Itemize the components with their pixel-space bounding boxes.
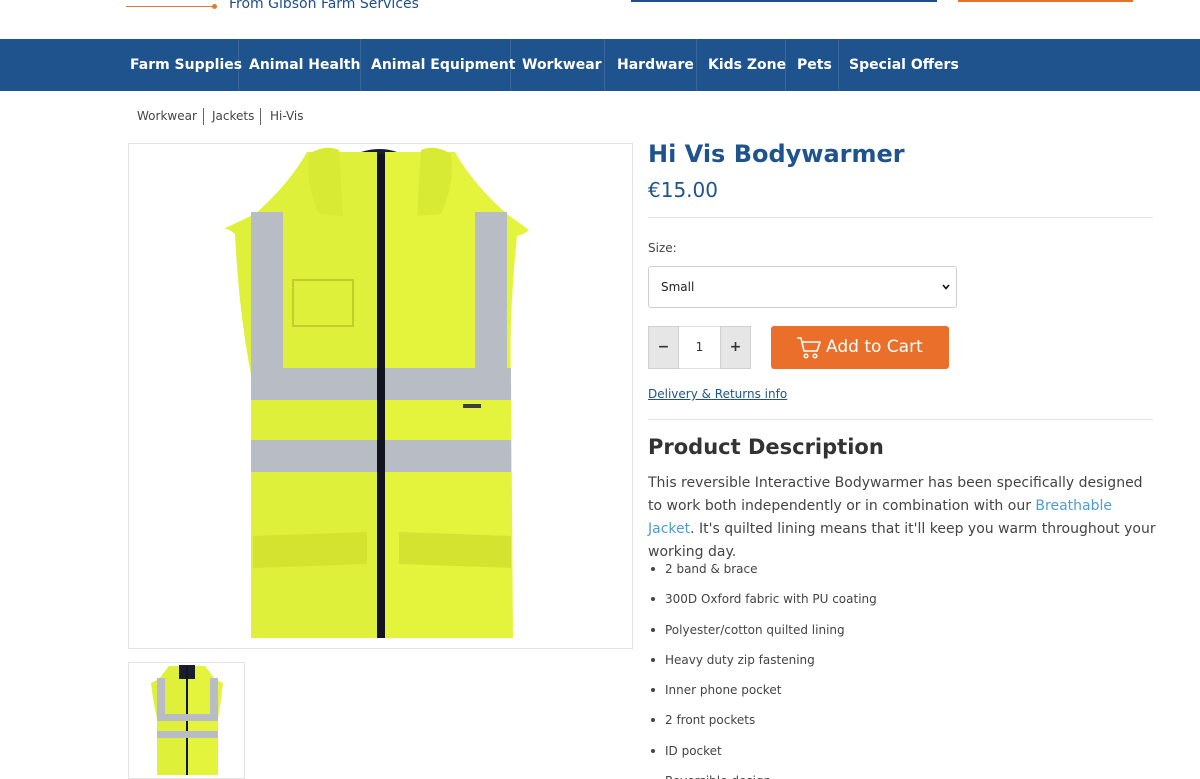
nav-divider — [785, 39, 786, 91]
nav-divider — [696, 39, 697, 91]
add-to-cart-button[interactable]: Add to Cart — [771, 326, 949, 369]
breadcrumb-separator — [260, 108, 261, 125]
feature-item: 2 front pockets — [648, 704, 877, 734]
nav-divider — [510, 39, 511, 91]
nav-divider — [238, 39, 239, 91]
chevron-down-icon — [942, 284, 950, 290]
nav-item-animal-health[interactable]: Animal Health — [249, 39, 360, 91]
product-main-image[interactable] — [128, 143, 633, 649]
nav-divider — [838, 39, 839, 91]
quantity-input[interactable]: 1 — [679, 326, 720, 369]
feature-item: Heavy duty zip fastening — [648, 644, 877, 674]
nav-item-workwear[interactable]: Workwear — [522, 39, 602, 91]
add-to-cart-label: Add to Cart — [826, 337, 923, 357]
site-header: From Gibson Farm Services — [0, 0, 1200, 39]
description-text: This reversible Interactive Bodywarmer h… — [648, 472, 1158, 564]
description-heading: Product Description — [648, 435, 884, 459]
nav-item-animal-equipment[interactable]: Animal Equipment — [371, 39, 515, 91]
delivery-returns-link[interactable]: Delivery & Returns info — [648, 387, 787, 401]
nav-item-special-offers[interactable]: Special Offers — [849, 39, 959, 91]
feature-item: 300D Oxford fabric with PU coating — [648, 583, 877, 613]
feature-item: 2 band & brace — [648, 553, 877, 583]
nav-item-kids-zone[interactable]: Kids Zone — [708, 39, 786, 91]
tagline-decoration-dot — [212, 4, 217, 9]
quantity-increase-button[interactable]: + — [720, 326, 751, 369]
size-selected-value: Small — [661, 280, 695, 294]
nav-item-hardware[interactable]: Hardware — [617, 39, 694, 91]
nav-divider — [360, 39, 361, 91]
site-tagline: From Gibson Farm Services — [229, 0, 419, 12]
feature-item: Inner phone pocket — [648, 674, 877, 704]
tagline-decoration-line — [126, 6, 214, 7]
main-nav: Farm Supplies Animal Health Animal Equip… — [0, 39, 1200, 91]
breadcrumb-item-workwear[interactable]: Workwear — [137, 109, 197, 123]
nav-item-pets[interactable]: Pets — [797, 39, 832, 91]
breadcrumb-item-jackets[interactable]: Jackets — [212, 109, 254, 123]
size-select[interactable]: Small — [648, 266, 957, 308]
nav-item-farm-supplies[interactable]: Farm Supplies — [130, 39, 242, 91]
search-bar[interactable] — [631, 0, 937, 2]
quantity-decrease-button[interactable]: − — [648, 326, 679, 369]
hi-vis-vest-thumbnail — [151, 665, 223, 775]
feature-list: 2 band & brace 300D Oxford fabric with P… — [648, 553, 877, 779]
size-label: Size: — [648, 241, 677, 255]
breadcrumb-separator — [203, 108, 204, 125]
feature-item: Reversible design — [648, 765, 877, 779]
feature-item: Polyester/cotton quilted lining — [648, 614, 877, 644]
product-price: €15.00 — [648, 178, 718, 202]
divider — [648, 419, 1153, 420]
divider — [648, 217, 1153, 218]
nav-divider — [604, 39, 605, 91]
feature-item: ID pocket — [648, 735, 877, 765]
shopping-cart-icon — [797, 337, 821, 359]
header-cart-button[interactable] — [958, 0, 1133, 2]
breadcrumb-item-hi-vis[interactable]: Hi-Vis — [270, 109, 304, 123]
hi-vis-vest-image — [221, 147, 529, 638]
product-title: Hi Vis Bodywarmer — [648, 140, 905, 168]
product-thumbnail[interactable] — [128, 662, 245, 779]
